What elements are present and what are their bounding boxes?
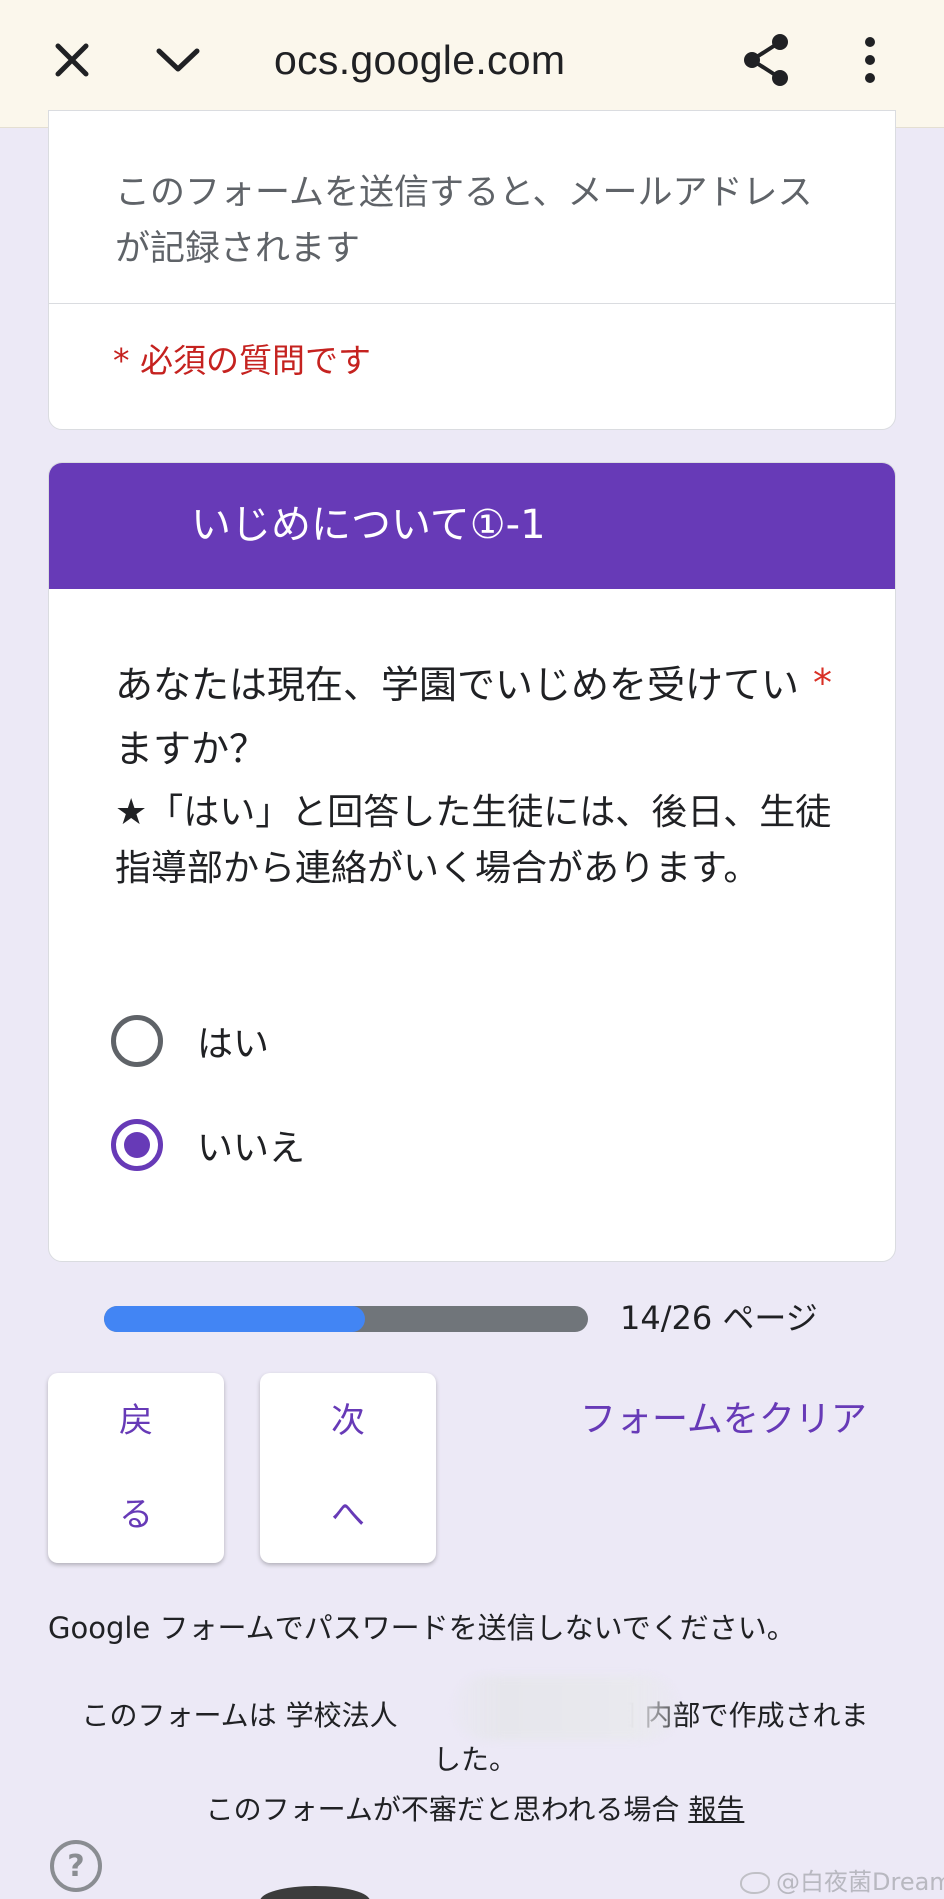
section-title: いじめについて①-1 [191,502,546,548]
radio-option-label: いいえ [197,1128,306,1169]
progress-bar [104,1306,588,1332]
form-info-card: このフォームを送信すると、メールアドレスが記録されます * 必須の質問です [48,110,896,430]
next-button-char: へ [331,1495,365,1535]
password-warning: Google フォームでパスワードを送信しないでください。 [48,1611,796,1645]
url-bar[interactable]: ocs.google.com [274,30,565,90]
close-icon [55,43,89,77]
section-header: いじめについて①-1 [49,463,895,589]
clear-form-button[interactable]: フォームをクリア [580,1394,867,1446]
question-title: あなたは現在、学園でいじめを受けていますか？ [115,663,800,771]
weibo-logo-icon [740,1872,770,1894]
back-button[interactable]: 戻 る [48,1373,224,1563]
radio-option-yes[interactable]: はい [111,1005,269,1077]
next-button-label: 次 へ [328,1374,368,1562]
more-menu-button[interactable] [838,28,902,92]
divider [49,303,895,304]
close-button[interactable] [40,28,104,92]
report-prefix: このフォームが不審だと思われる場合 [205,1793,680,1826]
radio-button-checked[interactable] [111,1119,163,1171]
google-logo-partial [260,1886,370,1899]
browser-toolbar: ocs.google.com [0,0,944,128]
back-button-label: 戻 る [116,1374,156,1562]
watermark-text: @白夜菌Dream [776,1868,944,1896]
share-icon [744,34,788,86]
required-note: * 必須の質問です [113,341,371,380]
chevron-down-icon [156,48,200,72]
watermark: @白夜菌Dream [740,1862,944,1897]
question-card: いじめについて①-1 あなたは現在、学園でいじめを受けていますか？ * ★「はい… [48,462,896,1262]
progress-bar-fill [104,1306,365,1332]
radio-button-unchecked[interactable] [111,1015,163,1067]
radio-option-label: はい [197,1024,270,1065]
progress-label: 14/26 ページ [620,1299,818,1337]
share-button[interactable] [734,28,798,92]
email-collection-note: このフォームを送信すると、メールアドレスが記録されます [115,173,813,269]
report-line: このフォームが不審だと思われる場合 報告 [80,1788,870,1832]
report-link[interactable]: 報告 [688,1793,744,1826]
next-button[interactable]: 次 へ [260,1373,436,1563]
redacted-school-name [454,1676,678,1740]
required-asterisk: * [813,661,832,705]
next-button-char: 次 [331,1401,365,1441]
back-button-char: 戻 [119,1401,153,1441]
owner-note-part: このフォームは 学校法人 [81,1699,398,1732]
help-icon[interactable]: ? [50,1840,102,1892]
back-button-char: る [119,1495,153,1535]
radio-option-no[interactable]: いいえ [111,1109,305,1181]
question-description: ★「はい」と回答した生徒には、後日、生徒指導部から連絡がいく場合があります。 [115,792,832,889]
more-vert-icon [865,37,875,83]
expand-button[interactable] [146,28,210,92]
